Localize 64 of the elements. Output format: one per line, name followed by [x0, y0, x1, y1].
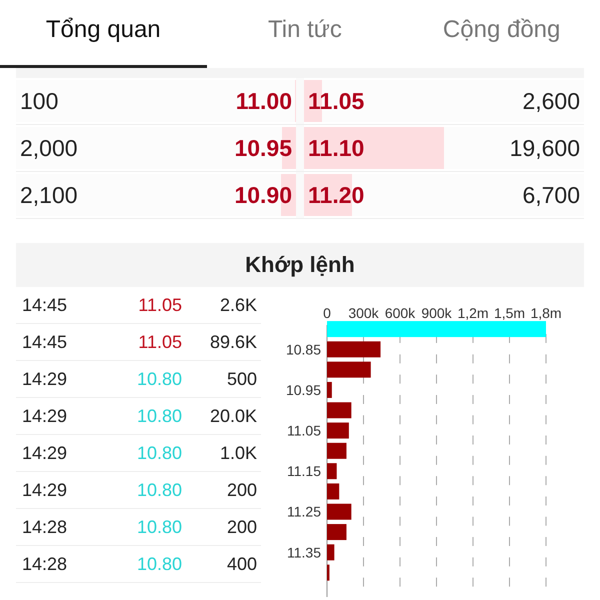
trade-volume: 89.6K	[208, 332, 258, 352]
ask-price: 11.20	[307, 182, 366, 208]
ask-price: 11.05	[307, 88, 366, 114]
volume-bar	[327, 402, 352, 418]
bid-volume: 100	[19, 88, 60, 114]
trade-price: 11.05	[137, 332, 182, 352]
tab[interactable]: Cộng đồng	[403, 0, 600, 68]
trade-price: 10.80	[136, 554, 182, 574]
volume-bar	[327, 483, 340, 500]
trade-time: 14:29	[21, 406, 68, 426]
trade-volume: 200	[226, 516, 258, 538]
volume-bar	[327, 422, 349, 439]
volume-bar	[327, 504, 352, 520]
volume-bar	[327, 524, 346, 540]
volume-bar	[327, 544, 334, 560]
volume-bar	[327, 341, 381, 358]
trade-price: 11.05	[137, 294, 182, 316]
bid-price: 10.90	[233, 182, 293, 208]
trade-volume: 500	[226, 368, 258, 390]
price-label: 11.25	[287, 504, 321, 520]
trade-time: 14:29	[21, 480, 68, 500]
trade-volume: 20.0K	[208, 406, 258, 426]
trade-price: 10.80	[136, 442, 182, 464]
axis-tick-label: 1,8m	[530, 305, 562, 321]
trade-time: 14:28	[21, 554, 68, 574]
tab[interactable]: Tin tức	[206, 0, 404, 68]
trade-time: 14:29	[21, 368, 68, 390]
trade-time: 14:29	[21, 442, 68, 464]
trade-volume: 400	[226, 554, 258, 574]
volume-bar	[327, 442, 346, 459]
price-label: 11.15	[287, 463, 321, 480]
price-label: 11.05	[287, 422, 321, 439]
section-title: Khớp lệnh	[16, 243, 584, 287]
trade-price: 10.80	[136, 368, 182, 390]
trade-price: 10.80	[136, 516, 182, 538]
volume-bar	[327, 362, 371, 378]
trade-price: 10.80	[136, 406, 182, 426]
axis-tick-label: 600k	[384, 305, 416, 321]
volume-bar	[327, 382, 332, 398]
price-label: 10.85	[286, 341, 321, 358]
axis-tick-label: 1,5m	[494, 305, 526, 321]
trade-volume: 2.6K	[218, 294, 258, 316]
trade-time: 14:45	[21, 332, 68, 352]
axis-tick-label: 0	[323, 305, 331, 321]
axis-tick-label: 1,2m	[457, 305, 489, 321]
volume-bar	[327, 564, 330, 581]
ask-price: 11.10	[307, 134, 366, 162]
axis-tick-label: 300k	[348, 305, 379, 321]
ask-volume: 19,600	[508, 134, 581, 162]
ask-volume: 6,700	[521, 182, 581, 208]
bid-volume: 2,000	[19, 134, 79, 162]
trade-time: 14:45	[21, 294, 68, 316]
ask-volume: 2,600	[521, 88, 581, 114]
axis-tick-label: 900k	[421, 305, 452, 321]
price-label: 10.95	[286, 382, 321, 398]
trade-price: 10.80	[136, 480, 182, 500]
bid-price: 10.95	[233, 134, 293, 162]
volume-bar	[327, 463, 337, 480]
bid-price: 11.00	[234, 88, 293, 114]
bid-volume: 2,100	[19, 182, 79, 208]
price-label: 11.35	[287, 544, 321, 560]
trade-time: 14:28	[21, 516, 68, 538]
trade-volume: 1.0K	[218, 442, 258, 464]
trade-volume: 200	[226, 480, 258, 500]
